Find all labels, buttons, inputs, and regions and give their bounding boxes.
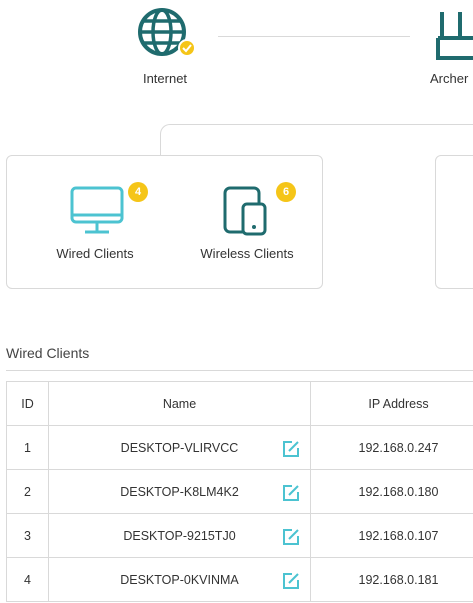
wired-clients-label: Wired Clients	[56, 246, 134, 261]
row-name: DESKTOP-0KVINMA	[120, 572, 239, 587]
wireless-clients-label: Wireless Clients	[200, 246, 294, 261]
wired-count-badge: 4	[128, 182, 148, 202]
edit-icon[interactable]	[282, 528, 300, 546]
row-id: 2	[6, 469, 49, 514]
edit-icon[interactable]	[282, 440, 300, 458]
row-ip: 192.168.0.180	[310, 469, 473, 514]
row-ip: 192.168.0.247	[310, 425, 473, 470]
column-header-ip: IP Address	[310, 381, 473, 426]
row-name: DESKTOP-VLIRVCC	[120, 440, 239, 455]
section-divider	[6, 370, 473, 371]
row-name: DESKTOP-K8LM4K2	[120, 484, 239, 499]
table-row: 1 DESKTOP-VLIRVCC 192.168.0.247	[6, 425, 473, 470]
row-ip: 192.168.0.181	[310, 557, 473, 602]
wireless-count-badge: 6	[276, 182, 296, 202]
row-name-cell: DESKTOP-VLIRVCC	[48, 425, 311, 470]
row-id: 1	[6, 425, 49, 470]
router-icon	[436, 12, 473, 60]
edit-icon[interactable]	[282, 572, 300, 590]
edit-icon[interactable]	[282, 484, 300, 502]
row-name-cell: DESKTOP-9215TJ0	[48, 513, 311, 558]
monitor-icon	[70, 186, 124, 234]
column-header-name: Name	[48, 381, 311, 426]
router-label: Archer	[430, 71, 469, 86]
table-row: 2 DESKTOP-K8LM4K2 192.168.0.180	[6, 469, 473, 514]
tree-connector	[160, 124, 473, 156]
column-header-id: ID	[6, 381, 49, 426]
row-ip: 192.168.0.107	[310, 513, 473, 558]
row-name-cell: DESKTOP-K8LM4K2	[48, 469, 311, 514]
globe-icon	[138, 8, 196, 57]
wired-clients-table: ID Name IP Address 1 DESKTOP-VLIRVCC 192…	[6, 381, 473, 602]
tablet-phone-icon	[223, 186, 267, 236]
connector-line	[218, 36, 410, 37]
clients-panel: 4 Wired Clients 6 Wireless Clients	[6, 155, 323, 289]
table-row: 4 DESKTOP-0KVINMA 192.168.0.181	[6, 557, 473, 602]
internet-label: Internet	[142, 71, 188, 86]
wireless-clients-tile[interactable]: 6 Wireless Clients	[177, 156, 317, 288]
check-badge-icon	[178, 39, 196, 57]
row-id: 4	[6, 557, 49, 602]
section-title: Wired Clients	[6, 345, 90, 361]
row-id: 3	[6, 513, 49, 558]
table-header-row: ID Name IP Address	[6, 381, 473, 426]
wired-clients-tile[interactable]: 4 Wired Clients	[25, 156, 165, 288]
secondary-panel	[435, 155, 473, 289]
row-name-cell: DESKTOP-0KVINMA	[48, 557, 311, 602]
table-row: 3 DESKTOP-9215TJ0 192.168.0.107	[6, 513, 473, 558]
row-name: DESKTOP-9215TJ0	[123, 528, 236, 543]
